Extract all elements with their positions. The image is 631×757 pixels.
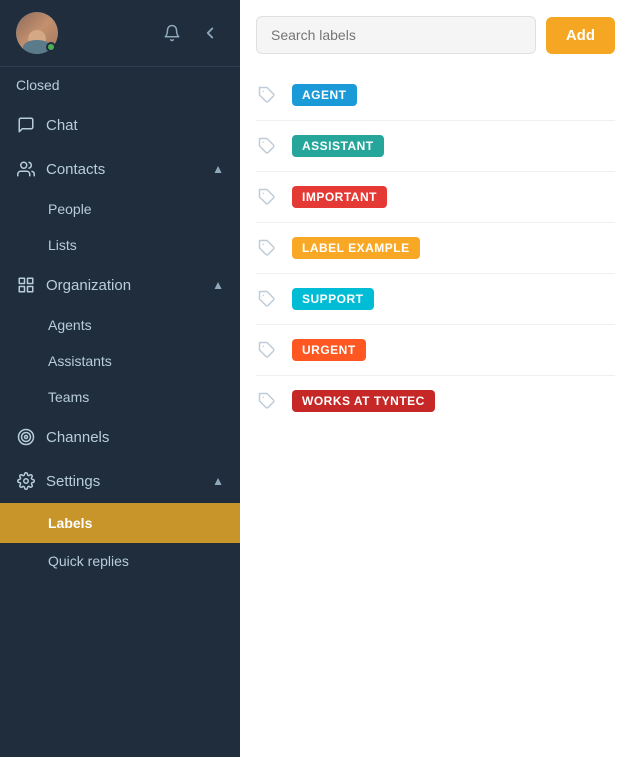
notification-icon[interactable]	[158, 19, 186, 47]
online-status-dot	[46, 42, 56, 52]
sidebar-item-contacts-label: Contacts	[46, 161, 202, 178]
sidebar-item-labels-label: Labels	[48, 515, 92, 531]
sidebar-item-channels[interactable]: Channels	[0, 415, 240, 459]
sidebar-item-teams-label: Teams	[48, 389, 89, 405]
label-badge: IMPORTANT	[292, 186, 387, 208]
label-badge: ASSISTANT	[292, 135, 384, 157]
label-row: IMPORTANT	[256, 172, 615, 223]
organization-chevron-icon: ▲	[212, 278, 224, 292]
back-icon[interactable]	[196, 19, 224, 47]
labels-list: AGENT ASSISTANT IMPORTANT	[256, 70, 615, 426]
label-row: ASSISTANT	[256, 121, 615, 172]
label-row: LABEL EXAMPLE	[256, 223, 615, 274]
sidebar-item-people-label: People	[48, 201, 92, 217]
chat-icon	[16, 115, 36, 135]
sidebar-item-chat[interactable]: Chat	[0, 103, 240, 147]
sidebar-item-quick-replies-label: Quick replies	[48, 553, 129, 569]
label-badge: URGENT	[292, 339, 366, 361]
sidebar-item-contacts[interactable]: Contacts ▲	[0, 147, 240, 191]
sidebar-item-agents[interactable]: Agents	[0, 307, 240, 343]
sidebar-item-settings[interactable]: Settings ▲	[0, 459, 240, 503]
sidebar: Closed Chat Contacts ▲	[0, 0, 240, 757]
tag-icon	[256, 239, 278, 257]
sidebar-item-settings-label: Settings	[46, 473, 202, 490]
sidebar-item-closed[interactable]: Closed	[0, 67, 240, 103]
sidebar-item-closed-label: Closed	[16, 77, 60, 93]
header-icons	[158, 19, 224, 47]
settings-icon	[16, 471, 36, 491]
label-row: URGENT	[256, 325, 615, 376]
tag-icon	[256, 86, 278, 104]
label-row: AGENT	[256, 70, 615, 121]
sidebar-item-organization-label: Organization	[46, 277, 202, 294]
sidebar-item-organization[interactable]: Organization ▲	[0, 263, 240, 307]
search-bar-row: Add	[256, 16, 615, 54]
organization-icon	[16, 275, 36, 295]
contacts-chevron-icon: ▲	[212, 162, 224, 176]
sidebar-item-channels-label: Channels	[46, 429, 224, 446]
sidebar-item-quick-replies[interactable]: Quick replies	[0, 543, 240, 579]
channels-icon	[16, 427, 36, 447]
main-content: Add AGENT ASSISTANT	[240, 0, 631, 757]
label-badge: AGENT	[292, 84, 357, 106]
avatar[interactable]	[16, 12, 58, 54]
sidebar-item-people[interactable]: People	[0, 191, 240, 227]
settings-chevron-icon: ▲	[212, 474, 224, 488]
label-badge: SUPPORT	[292, 288, 374, 310]
sidebar-item-labels[interactable]: Labels	[0, 503, 240, 543]
tag-icon	[256, 188, 278, 206]
sidebar-item-chat-label: Chat	[46, 117, 224, 134]
sidebar-item-teams[interactable]: Teams	[0, 379, 240, 415]
label-badge: WORKS AT TYNTEC	[292, 390, 435, 412]
sidebar-item-assistants-label: Assistants	[48, 353, 112, 369]
label-badge: LABEL EXAMPLE	[292, 237, 420, 259]
tag-icon	[256, 392, 278, 410]
sidebar-item-agents-label: Agents	[48, 317, 92, 333]
sidebar-item-assistants[interactable]: Assistants	[0, 343, 240, 379]
tag-icon	[256, 290, 278, 308]
search-input[interactable]	[256, 16, 536, 54]
contacts-icon	[16, 159, 36, 179]
add-button[interactable]: Add	[546, 17, 615, 54]
label-row: SUPPORT	[256, 274, 615, 325]
tag-icon	[256, 341, 278, 359]
tag-icon	[256, 137, 278, 155]
sidebar-item-lists-label: Lists	[48, 237, 77, 253]
label-row: WORKS AT TYNTEC	[256, 376, 615, 426]
sidebar-item-lists[interactable]: Lists	[0, 227, 240, 263]
sidebar-header	[0, 0, 240, 67]
sidebar-nav: Closed Chat Contacts ▲	[0, 67, 240, 757]
